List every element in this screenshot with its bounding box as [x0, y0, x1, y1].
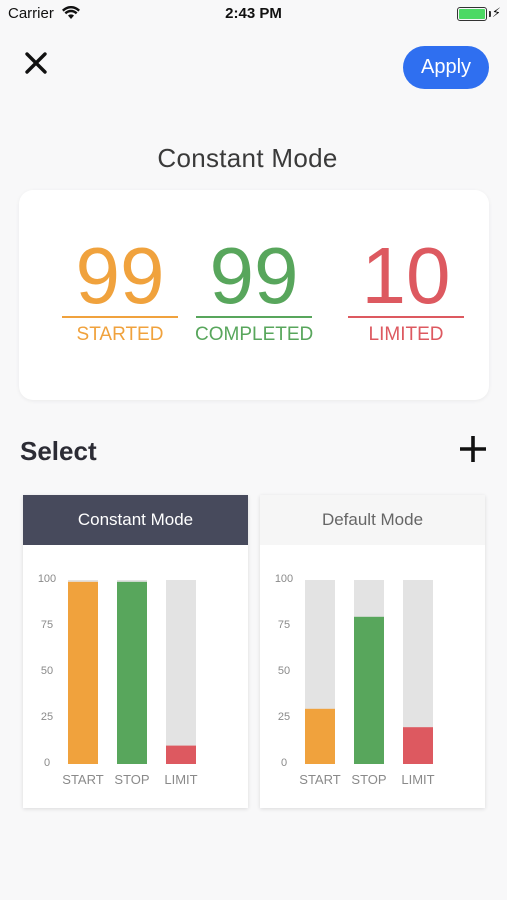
page-title: Constant Mode: [157, 143, 338, 173]
charging-icon: ⚡: [491, 5, 501, 20]
y-tick-label: 50: [41, 665, 53, 677]
plus-icon: [460, 436, 486, 462]
bar-limit: [166, 745, 196, 764]
mode-card-default[interactable]: Default Mode 100 75 50 25 0 START STOP LIMIT: [260, 495, 485, 808]
y-tick-label: 100: [275, 573, 293, 585]
status-bar: Carrier 2:43 PM ⚡: [0, 0, 507, 28]
stat-completed-value: 99: [209, 231, 299, 320]
close-icon: [25, 52, 47, 74]
mode-card-constant[interactable]: Constant Mode 100 75 50 25 0 START STOP LIMIT: [23, 495, 248, 808]
stat-limited-label: LIMITED: [368, 324, 444, 345]
stat-started: 99 STARTED: [61, 236, 179, 346]
apply-button[interactable]: Apply: [403, 46, 489, 89]
x-tick-label: START: [62, 772, 103, 787]
stat-limited-value: 10: [361, 231, 451, 320]
x-tick-label: LIMIT: [164, 772, 197, 787]
add-mode-button[interactable]: [456, 432, 490, 466]
bar-start: [68, 581, 98, 764]
bar-stop: [117, 581, 147, 764]
y-tick-label: 75: [41, 619, 53, 631]
y-tick-label: 100: [38, 573, 56, 585]
stat-started-value: 99: [75, 231, 165, 320]
x-tick-label: STOP: [114, 772, 149, 787]
mode-chart-default: 100 75 50 25 0 START STOP LIMIT: [275, 573, 435, 787]
y-tick-label: 25: [41, 711, 53, 723]
summary-card: 99 STARTED 99 COMPLETED 10 LIMITED: [19, 190, 489, 400]
stat-started-label: STARTED: [76, 324, 164, 345]
bar-start: [305, 708, 335, 764]
stat-completed: 99 COMPLETED: [195, 236, 313, 346]
y-tick-label: 75: [278, 619, 290, 631]
mode-card-header: Constant Mode: [23, 495, 248, 545]
select-section-title: Select: [20, 436, 97, 466]
y-tick-label: 50: [278, 665, 290, 677]
battery-icon: [457, 7, 491, 21]
x-tick-label: LIMIT: [401, 772, 434, 787]
bar-track: [166, 580, 196, 764]
status-time: 2:43 PM: [225, 5, 282, 22]
bar-stop: [354, 616, 384, 764]
close-button[interactable]: [20, 47, 52, 79]
stat-limited: 10 LIMITED: [347, 236, 465, 346]
y-tick-label: 0: [281, 757, 287, 769]
y-tick-label: 25: [278, 711, 290, 723]
x-tick-label: STOP: [351, 772, 386, 787]
mode-chart-constant: 100 75 50 25 0 START STOP LIMIT: [38, 573, 198, 787]
y-tick-label: 0: [44, 757, 50, 769]
x-tick-label: START: [299, 772, 340, 787]
bar-limit: [403, 727, 433, 764]
stat-completed-label: COMPLETED: [195, 324, 314, 345]
mode-card-header: Default Mode: [260, 495, 485, 545]
